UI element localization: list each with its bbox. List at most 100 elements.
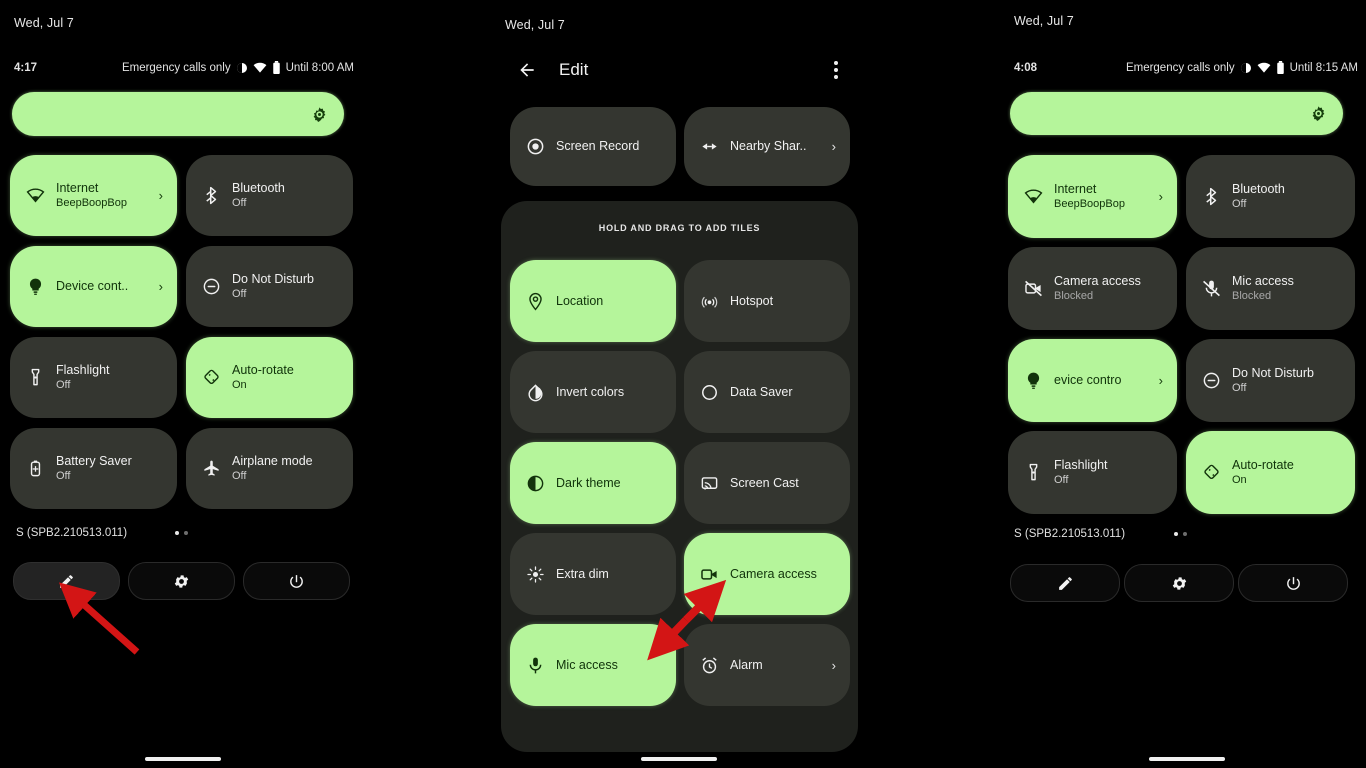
tile-mic-access[interactable]: Mic access Blocked (1186, 247, 1355, 330)
tile-name: Camera access (730, 566, 817, 581)
battery-icon (1276, 61, 1285, 74)
quick-settings-panel-after: Wed, Jul 7 4:08 Emergency calls only Unt… (1005, 0, 1366, 768)
tile-do-not-disturb[interactable]: Do Not Disturb Off (1186, 339, 1355, 422)
tile-camera-access[interactable]: Camera access (684, 533, 850, 615)
wifi-icon (1022, 187, 1044, 206)
back-arrow-icon[interactable] (517, 60, 537, 80)
battery-saver-icon (24, 459, 46, 478)
tile-data-saver[interactable]: Data Saver (684, 351, 850, 433)
gear-icon (173, 573, 190, 590)
status-clock: 4:08 (1014, 61, 1038, 74)
tile-name: Device cont.. (56, 279, 129, 293)
device-controls-icon (1022, 371, 1044, 390)
tile-name: Auto-rotate (1232, 458, 1294, 472)
tile-internet[interactable]: Internet BeepBoopBop › (1008, 155, 1177, 238)
tile-labels: Data Saver (730, 385, 836, 400)
tile-labels: Camera access Blocked (1054, 274, 1163, 303)
tile-labels: Internet BeepBoopBop (1054, 182, 1155, 211)
settings-button[interactable] (1124, 564, 1234, 602)
page-dot-2[interactable] (184, 531, 188, 535)
tile-status: BeepBoopBop (1054, 198, 1125, 210)
tile-name: Flashlight (56, 363, 110, 377)
data-saver-icon (698, 383, 720, 402)
tile-do-not-disturb[interactable]: Do Not Disturb Off (186, 246, 353, 327)
screen-record-icon (524, 137, 546, 156)
power-icon (288, 573, 305, 590)
tile-bluetooth[interactable]: Bluetooth Off (186, 155, 353, 236)
bluetooth-icon (1200, 187, 1222, 206)
page-dot-1[interactable] (175, 531, 179, 535)
settings-button[interactable] (128, 562, 235, 600)
tile-dark-theme[interactable]: Dark theme (510, 442, 676, 524)
home-indicator (641, 757, 717, 761)
build-version-label: S (SPB2.210513.011) (1014, 528, 1126, 540)
carrier-label: Emergency calls only (121, 61, 231, 74)
chevron-right-icon[interactable]: › (1159, 189, 1163, 204)
tile-hotspot[interactable]: Hotspot (684, 260, 850, 342)
tile-device-cont[interactable]: Device cont.. › (10, 246, 177, 327)
tile-screen-cast[interactable]: Screen Cast (684, 442, 850, 524)
gear-icon (1171, 575, 1188, 592)
camera-access-icon (698, 565, 720, 584)
chevron-right-icon[interactable]: › (159, 188, 163, 203)
tile-internet[interactable]: Internet BeepBoopBop › (10, 155, 177, 236)
tile-mic-access[interactable]: Mic access (510, 624, 676, 706)
tile-extra-dim[interactable]: Extra dim (510, 533, 676, 615)
more-vertical-icon[interactable] (834, 61, 838, 79)
tile-airplane-mode[interactable]: Airplane mode Off (186, 428, 353, 509)
tile-evice-contro[interactable]: evice contro › (1008, 339, 1177, 422)
tile-name: Extra dim (556, 566, 609, 581)
tile-bluetooth[interactable]: Bluetooth Off (1186, 155, 1355, 238)
location-icon (524, 292, 546, 311)
dnd-icon (1200, 371, 1222, 390)
tile-location[interactable]: Location (510, 260, 676, 342)
tile-name: Nearby Shar.. (730, 139, 807, 153)
tile-status: On (232, 379, 247, 391)
wifi-icon (1257, 62, 1271, 74)
power-icon (1285, 575, 1302, 592)
power-button[interactable] (1238, 564, 1348, 602)
date-label: Wed, Jul 7 (505, 18, 565, 32)
chevron-right-icon[interactable]: › (832, 658, 836, 673)
tile-flashlight[interactable]: Flashlight Off (10, 337, 177, 418)
chevron-right-icon[interactable]: › (1159, 373, 1163, 388)
tile-labels: Auto-rotate On (232, 363, 339, 392)
tile-labels: Mic access (556, 658, 662, 673)
tile-labels: Auto-rotate On (1232, 458, 1341, 487)
tile-camera-access[interactable]: Camera access Blocked (1008, 247, 1177, 330)
tile-status: Off (1232, 198, 1247, 210)
edit-tiles-button[interactable] (13, 562, 120, 600)
edit-header: Edit (500, 60, 858, 80)
dark-theme-icon (524, 474, 546, 493)
auto-brightness-icon[interactable] (311, 106, 328, 123)
pencil-icon (1057, 575, 1074, 592)
tile-flashlight[interactable]: Flashlight Off (1008, 431, 1177, 514)
page-dot-2[interactable] (1183, 532, 1187, 536)
page-indicator (175, 531, 188, 535)
tile-auto-rotate[interactable]: Auto-rotate On (1186, 431, 1355, 514)
edit-tiles-button[interactable] (1010, 564, 1120, 602)
tile-labels: Mic access Blocked (1232, 274, 1341, 303)
date-label: Wed, Jul 7 (14, 16, 74, 30)
tile-invert-colors[interactable]: Invert colors (510, 351, 676, 433)
tile-battery-saver[interactable]: Battery Saver Off (10, 428, 177, 509)
chevron-right-icon[interactable]: › (832, 139, 836, 154)
power-button[interactable] (243, 562, 350, 600)
battery-status-label: Until 8:15 AM (1289, 61, 1358, 74)
tile-screen-record[interactable]: Screen Record (510, 107, 676, 186)
page-dot-1[interactable] (1174, 532, 1178, 536)
quick-settings-panel-before: Wed, Jul 7 4:17 Emergency calls only Unt… (0, 0, 440, 768)
tile-alarm[interactable]: Alarm › (684, 624, 850, 706)
build-version-label: S (SPB2.210513.011) (16, 527, 128, 539)
brightness-slider[interactable] (12, 92, 344, 136)
tile-name: Auto-rotate (232, 363, 294, 377)
chevron-right-icon[interactable]: › (159, 279, 163, 294)
tile-auto-rotate[interactable]: Auto-rotate On (186, 337, 353, 418)
tile-nearby-shar[interactable]: Nearby Shar.. › (684, 107, 850, 186)
tile-labels: Hotspot (730, 294, 836, 309)
carrier-label: Emergency calls only (1125, 61, 1235, 74)
home-indicator (1149, 757, 1225, 761)
airplane-icon (200, 459, 222, 478)
auto-brightness-icon[interactable] (1310, 105, 1327, 122)
brightness-slider[interactable] (1010, 92, 1343, 135)
